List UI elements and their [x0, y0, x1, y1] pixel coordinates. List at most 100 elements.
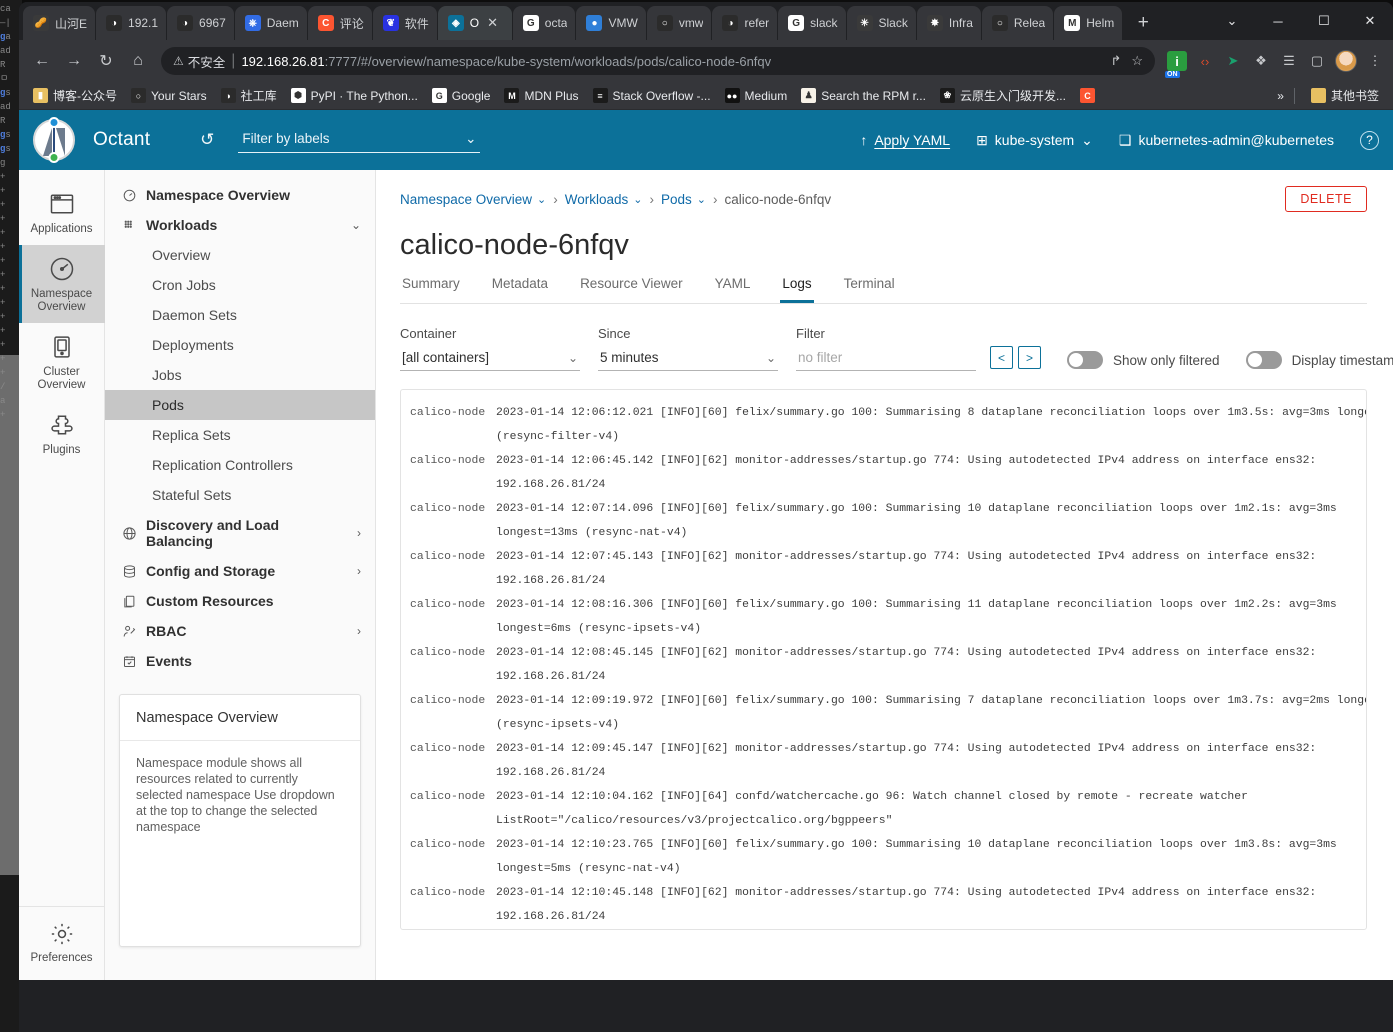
browser-tab[interactable]: Gocta — [513, 6, 576, 40]
device-toggle-icon[interactable]: ▢ — [1307, 51, 1327, 71]
other-bookmarks-folder[interactable]: 其他书签 — [1305, 84, 1385, 107]
context-selector[interactable]: ❑ kubernetes-admin@kubernetes — [1119, 132, 1334, 149]
bookmark-item[interactable]: MMDN Plus — [498, 85, 584, 106]
show-only-filtered-toggle-group[interactable]: Show only filtered — [1067, 351, 1220, 369]
address-bar[interactable]: ⚠ 不安全 | 192.168.26.81:7777/#/overview/na… — [161, 47, 1155, 75]
sidebar-item-preferences[interactable]: Preferences — [19, 906, 105, 980]
browser-tab[interactable]: ◑refer — [712, 6, 777, 40]
tab-search-icon[interactable]: ⌄ — [1209, 2, 1255, 40]
immersive-translate-extension[interactable]: iON — [1167, 51, 1187, 71]
browser-tab[interactable]: ◑192.1 — [96, 6, 166, 40]
nav-item-workloads[interactable]: Workloads⌄ — [105, 210, 375, 240]
browser-tab[interactable]: Gslack — [778, 6, 845, 40]
nav-subitem-cron-jobs[interactable]: Cron Jobs — [105, 270, 375, 300]
sidebar-item-namespace-overview[interactable]: Namespace Overview — [19, 245, 105, 323]
browser-tab[interactable]: ✸Infra — [917, 6, 981, 40]
nav-item-discovery-and-load-balancing[interactable]: Discovery and Load Balancing› — [105, 510, 375, 556]
chevron-down-icon[interactable]: ⌄ — [697, 193, 706, 206]
bookmark-item[interactable]: ◑社工库 — [215, 84, 283, 107]
apply-yaml-button[interactable]: ↑ Apply YAML — [860, 132, 950, 148]
breadcrumb-item[interactable]: Namespace Overview⌄ — [400, 192, 546, 207]
browser-tab[interactable]: ●VMW — [576, 6, 645, 40]
history-icon[interactable]: ↺ — [200, 130, 214, 150]
bookmark-item[interactable]: ○Your Stars — [125, 85, 213, 106]
reading-list-icon[interactable]: ☰ — [1279, 51, 1299, 71]
nav-item-custom-resources[interactable]: Custom Resources — [105, 586, 375, 616]
bookmarks-overflow-button[interactable]: » — [1277, 89, 1284, 103]
forward-button[interactable]: → — [59, 46, 89, 76]
bookmark-item[interactable]: ⬢PyPI · The Python... — [285, 85, 424, 106]
bookmark-item[interactable]: ●●Medium — [719, 85, 794, 106]
nav-subitem-replication-controllers[interactable]: Replication Controllers — [105, 450, 375, 480]
browser-tab[interactable]: MHelm — [1054, 6, 1122, 40]
prev-match-button[interactable]: < — [990, 346, 1013, 369]
sidebar-item-plugins[interactable]: Plugins — [19, 401, 105, 466]
nav-item-namespace-overview[interactable]: Namespace Overview — [105, 180, 375, 210]
profile-avatar[interactable] — [1335, 50, 1357, 72]
nav-subitem-daemon-sets[interactable]: Daemon Sets — [105, 300, 375, 330]
since-select[interactable]: 5 minutes ⌄ — [598, 347, 778, 371]
browser-tab[interactable]: ○vmw — [647, 6, 712, 40]
browser-tab[interactable]: ❦软件 — [373, 6, 437, 40]
sidebar-item-cluster-overview[interactable]: Cluster Overview — [19, 323, 105, 401]
browser-tab[interactable]: ✳Slack — [847, 6, 916, 40]
delete-button[interactable]: DELETE — [1285, 186, 1367, 212]
back-button[interactable]: ← — [27, 46, 57, 76]
nav-subitem-stateful-sets[interactable]: Stateful Sets — [105, 480, 375, 510]
nav-item-config-and-storage[interactable]: Config and Storage› — [105, 556, 375, 586]
share-icon[interactable]: ↱ — [1110, 53, 1121, 69]
home-button[interactable]: ⌂ — [123, 46, 153, 76]
close-tab-icon[interactable]: ✕ — [487, 15, 498, 31]
tab-summary[interactable]: Summary — [400, 266, 462, 303]
tab-terminal[interactable]: Terminal — [842, 266, 897, 303]
minimize-button[interactable]: ─ — [1255, 2, 1301, 40]
maximize-button[interactable]: ☐ — [1301, 2, 1347, 40]
bookmark-item[interactable]: ♟Search the RPM r... — [795, 85, 932, 106]
log-output-panel[interactable]: calico-node2023-01-14 12:06:12.021 [INFO… — [400, 389, 1367, 930]
nav-subitem-overview[interactable]: Overview — [105, 240, 375, 270]
tab-logs[interactable]: Logs — [780, 266, 813, 303]
filter-input[interactable]: no filter — [796, 347, 976, 371]
reload-button[interactable]: ↻ — [91, 46, 121, 76]
browser-tab[interactable]: ○Relea — [982, 6, 1053, 40]
browser-tab[interactable]: ⎈Daem — [235, 6, 307, 40]
puzzle-extensions-icon[interactable]: ❖ — [1251, 51, 1271, 71]
browser-tab[interactable]: 🥜山河E — [23, 6, 95, 40]
security-indicator[interactable]: ⚠ 不安全 — [173, 52, 225, 71]
tab-yaml[interactable]: YAML — [713, 266, 753, 303]
next-match-button[interactable]: > — [1018, 346, 1041, 369]
browser-tab[interactable]: C评论 — [308, 6, 372, 40]
breadcrumb-item[interactable]: Workloads⌄ — [565, 192, 643, 207]
bookmark-item[interactable]: C — [1074, 85, 1101, 106]
tab-metadata[interactable]: Metadata — [490, 266, 550, 303]
browser-tab[interactable]: ◈O✕ — [438, 6, 512, 40]
code-brackets-extension[interactable]: ‹› — [1195, 51, 1215, 71]
nav-item-rbac[interactable]: RBAC› — [105, 616, 375, 646]
namespace-selector[interactable]: ⊞ kube-system ⌄ — [976, 132, 1093, 149]
breadcrumb-item[interactable]: Pods⌄ — [661, 192, 706, 207]
nav-subitem-pods[interactable]: Pods — [105, 390, 375, 420]
chevron-down-icon[interactable]: ⌄ — [633, 193, 642, 206]
close-window-button[interactable]: ✕ — [1347, 2, 1393, 40]
chrome-menu-icon[interactable]: ⋮ — [1365, 51, 1385, 71]
show-only-filtered-toggle[interactable] — [1067, 351, 1103, 369]
nav-subitem-jobs[interactable]: Jobs — [105, 360, 375, 390]
sidebar-item-applications[interactable]: Applications — [19, 180, 105, 245]
check-extension[interactable]: ➤ — [1223, 51, 1243, 71]
tab-resource-viewer[interactable]: Resource Viewer — [578, 266, 685, 303]
label-filter-input[interactable]: Filter by labels ⌄ — [238, 128, 480, 153]
bookmark-item[interactable]: ❀云原生入门级开发... — [934, 84, 1072, 107]
browser-tab[interactable]: ◑6967 — [167, 6, 234, 40]
chevron-down-icon[interactable]: ⌄ — [537, 193, 546, 206]
bookmark-item[interactable]: ≡Stack Overflow -... — [587, 85, 717, 106]
bookmark-item[interactable]: ▮博客-公众号 — [27, 84, 123, 107]
bookmark-item[interactable]: GGoogle — [426, 85, 497, 106]
nav-subitem-replica-sets[interactable]: Replica Sets — [105, 420, 375, 450]
nav-item-events[interactable]: Events — [105, 646, 375, 676]
help-icon[interactable]: ? — [1360, 131, 1379, 150]
bookmark-star-icon[interactable]: ☆ — [1131, 53, 1143, 69]
new-tab-button[interactable]: + — [1129, 9, 1157, 37]
container-select[interactable]: [all containers] ⌄ — [400, 347, 580, 371]
display-timestamp-toggle-group[interactable]: Display timestamp — [1246, 351, 1393, 369]
display-timestamp-toggle[interactable] — [1246, 351, 1282, 369]
